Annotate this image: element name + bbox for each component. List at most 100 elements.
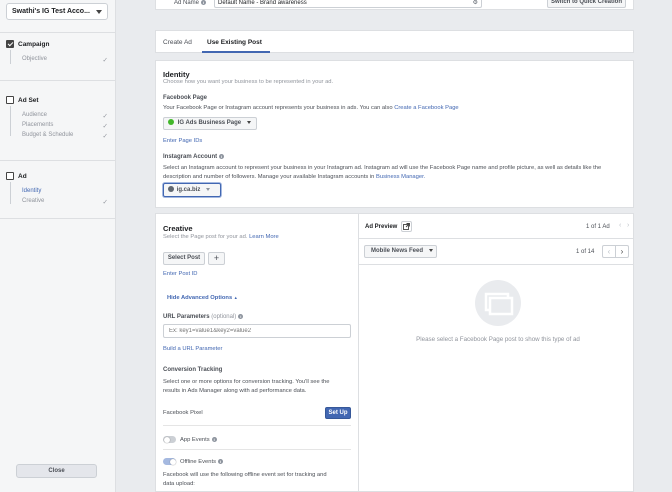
nav-campaign-label: Campaign [18, 40, 50, 48]
nav-identity-label: Identity [22, 188, 42, 194]
nav-audience-label: Audience [22, 112, 48, 118]
fb-page-label: Facebook Page [163, 95, 208, 101]
check-icon: ✓ [102, 123, 108, 130]
url-params-input[interactable] [163, 324, 351, 338]
tree-line [10, 106, 11, 136]
divider [163, 449, 351, 450]
nav-creative[interactable]: Creative ✓ [22, 198, 110, 206]
divider [163, 425, 351, 426]
info-icon: i [211, 437, 217, 442]
build-url-parameter-link[interactable]: Build a URL Parameter [163, 346, 222, 352]
nav-placements-label: Placements [22, 122, 54, 128]
fb-pixel-label: Facebook Pixel [163, 410, 203, 416]
ad-name-input[interactable]: Default Name - Brand awareness ⚙ [214, 0, 482, 8]
divider [0, 80, 116, 81]
nav-campaign[interactable]: Campaign [6, 40, 49, 48]
check-icon: ✓ [102, 133, 108, 140]
ad-count: 1 of 1 Ad [586, 224, 610, 230]
app-events-label: App Events i [180, 437, 217, 444]
check-icon: ✓ [102, 113, 108, 120]
caret-down-icon [206, 187, 211, 191]
nav-objective[interactable]: Objective ✓ [22, 56, 110, 64]
ig-account-desc: Select an Instagram account to represent… [163, 165, 602, 180]
enter-post-id-link[interactable]: Enter Post ID [163, 271, 197, 277]
tree-line [10, 182, 11, 204]
enter-page-ids-link[interactable]: Enter Page IDs [163, 138, 202, 144]
identity-panel: Identity Choose how you want your busine… [155, 60, 634, 208]
info-icon: i [219, 154, 225, 159]
business-manager-link[interactable]: Business Manager. [376, 174, 425, 180]
ad-name-label: Ad Name i [174, 0, 207, 7]
tabs-panel: Create Ad Use Existing Post [155, 30, 634, 53]
offline-events-toggle[interactable] [163, 458, 176, 465]
next-ad-icon[interactable]: › [627, 222, 629, 229]
empty-preview-icon [475, 280, 521, 326]
offline-events-label: Offline Events i [180, 459, 223, 466]
offline-desc-2: data upload: [163, 481, 195, 487]
chevron-right-icon: › [620, 247, 624, 256]
external-link-icon [403, 223, 410, 230]
conversion-desc-2: results in Ads Manager along with ad per… [163, 388, 307, 394]
active-tab-indicator [202, 51, 270, 53]
nav-audience[interactable]: Audience ✓ [22, 112, 110, 120]
account-name: Swathi's IG Test Acco... [12, 8, 90, 15]
account-selector[interactable]: Swathi's IG Test Acco... [6, 3, 108, 20]
placement-value: Mobile News Feed [371, 248, 424, 254]
ig-account-value: ig.ca.biz [176, 187, 201, 193]
nav-placements[interactable]: Placements ✓ [22, 122, 110, 130]
tab-use-existing-post[interactable]: Use Existing Post [207, 39, 262, 46]
check-icon: ✓ [102, 199, 108, 206]
learn-more-link[interactable]: Learn More [249, 234, 279, 240]
divider [359, 238, 633, 239]
offline-desc-1: Facebook will use the following offline … [163, 472, 327, 478]
select-post-button[interactable]: Select Post [163, 252, 205, 265]
caret-down-icon [428, 248, 433, 252]
set-up-button[interactable]: Set Up [325, 407, 351, 419]
fb-page-dropdown[interactable]: IG Ads Business Page [163, 117, 257, 130]
placement-dropdown[interactable]: Mobile News Feed [364, 245, 437, 258]
caret-down-icon [96, 10, 102, 14]
switch-quick-creation-button[interactable]: Switch to Quick Creation [547, 0, 626, 8]
prev-page-button[interactable]: ‹ [602, 245, 616, 258]
ig-account-dropdown[interactable]: ig.ca.biz [163, 183, 221, 197]
nav-adset-label: Ad Set [18, 96, 39, 104]
sidebar: Swathi's IG Test Acco... Campaign Object… [0, 0, 116, 492]
gear-icon[interactable]: ⚙ [473, 0, 478, 6]
prev-ad-icon[interactable]: ‹ [619, 222, 621, 229]
tab-create-ad[interactable]: Create Ad [163, 39, 192, 46]
caret-up-icon: ▲ [233, 295, 238, 300]
empty-preview-message: Please select a Facebook Page post to sh… [416, 336, 580, 343]
check-icon: ✓ [102, 57, 108, 64]
plus-icon: + [213, 253, 220, 263]
open-preview-button[interactable] [401, 221, 412, 232]
close-button[interactable]: Close [16, 464, 97, 478]
page-count: 1 of 14 [576, 249, 595, 255]
info-icon: i [217, 459, 223, 464]
divider [0, 218, 116, 219]
nav-ad[interactable]: Ad [6, 172, 27, 180]
fb-page-desc: Your Facebook Page or Instagram account … [163, 105, 459, 111]
url-params-label: URL Parameters (optional) i [163, 314, 244, 321]
nav-objective-label: Objective [22, 56, 48, 62]
caret-down-icon [246, 120, 251, 124]
ig-avatar-icon [168, 186, 174, 193]
nav-identity[interactable]: Identity [22, 188, 110, 194]
checkbox-checked-icon [6, 40, 14, 48]
add-post-button[interactable]: + [208, 252, 225, 265]
nav-adset[interactable]: Ad Set [6, 96, 39, 104]
grid-icon [6, 96, 14, 104]
next-page-button[interactable]: › [615, 245, 629, 258]
post-placeholder-icon [484, 292, 514, 316]
conversion-desc-1: Select one or more options for conversio… [163, 379, 330, 385]
app-events-toggle[interactable] [163, 436, 176, 443]
ad-preview-title: Ad Preview [365, 224, 398, 230]
nav-ad-label: Ad [18, 172, 27, 180]
nav-creative-label: Creative [22, 198, 45, 204]
info-icon: i [238, 314, 244, 319]
nav-budget[interactable]: Budget & Schedule ✓ [22, 132, 110, 140]
fb-page-value: IG Ads Business Page [177, 120, 242, 126]
identity-subtitle: Choose how you want your business to be … [163, 79, 334, 85]
hide-advanced-options-link[interactable]: Hide Advanced Options ▲ [167, 295, 238, 301]
create-fb-page-link[interactable]: Create a Facebook Page [394, 105, 458, 111]
divider [0, 160, 116, 161]
